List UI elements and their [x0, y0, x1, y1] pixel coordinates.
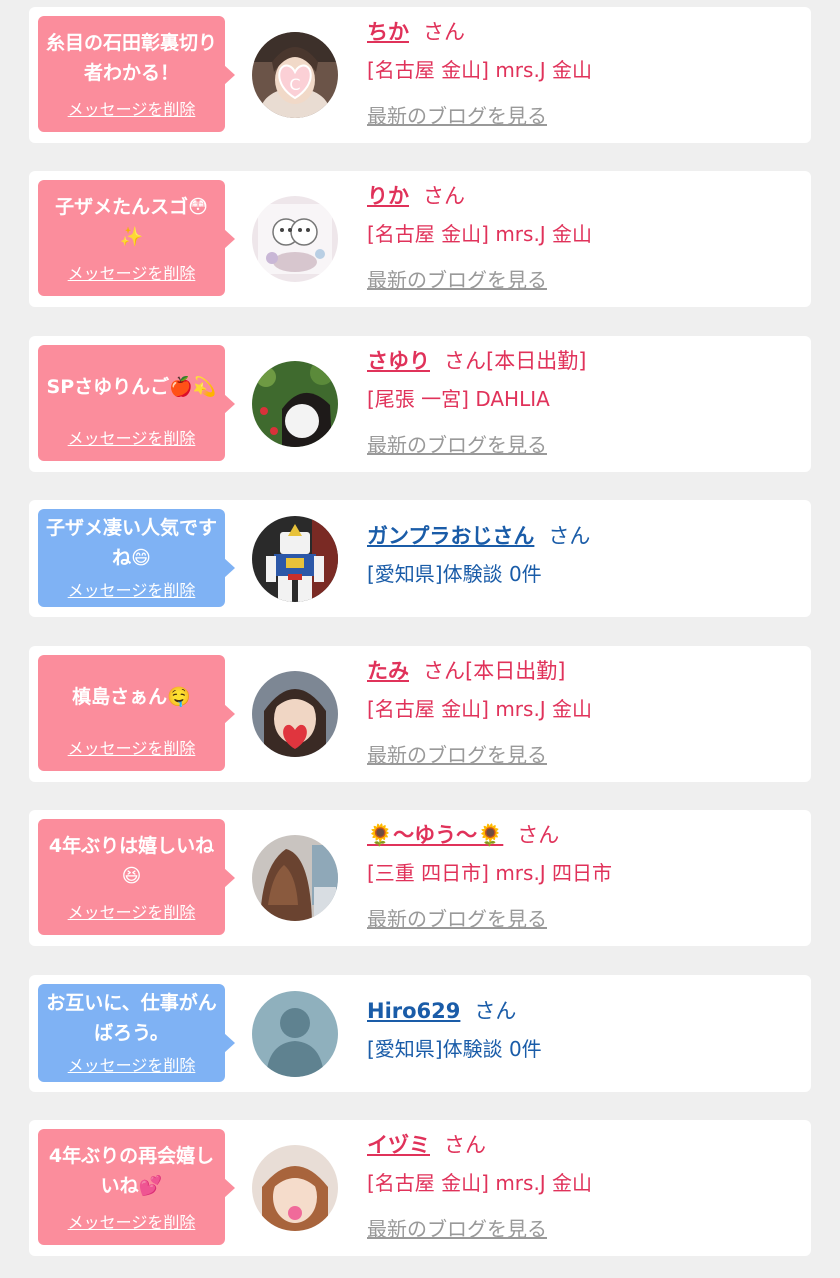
- message-bubble: 4年ぶりの再会嬉しいね💕 メッセージを削除: [38, 1129, 235, 1245]
- cast-photo-icon: [252, 1145, 338, 1231]
- honorific: さん: [548, 524, 591, 548]
- message-bubble: 子ザメたんスゴ😳✨ メッセージを削除: [38, 180, 235, 296]
- message-bubble: 4年ぶりは嬉しいね😆 メッセージを削除: [38, 819, 235, 935]
- cast-avatar[interactable]: [252, 361, 338, 447]
- cast-photo-icon: [252, 835, 338, 921]
- honorific: さん: [423, 20, 465, 44]
- delete-message-link[interactable]: メッセージを削除: [38, 264, 225, 284]
- message-card: 子ザメ凄い人気ですね😄 メッセージを削除 ガンプラおじさん さん [愛知県]体験…: [29, 500, 811, 617]
- user-name-link[interactable]: 🌻～ゆう～🌻: [367, 823, 503, 847]
- message-card: 糸目の石田彰裏切り者わかる！ メッセージを削除 C ちか さん [名古屋 金山] …: [29, 7, 811, 143]
- user-name-link[interactable]: ガンプラおじさん: [367, 524, 534, 548]
- user-name-link[interactable]: ちか: [367, 20, 409, 44]
- cast-avatar[interactable]: [252, 671, 338, 757]
- user-name-link[interactable]: りか: [367, 184, 409, 208]
- latest-blog-link[interactable]: 最新のブログを見る: [367, 740, 547, 770]
- shop-location: [三重 四日市] mrs.J 四日市: [367, 861, 613, 885]
- delete-message-link[interactable]: メッセージを削除: [38, 1213, 225, 1233]
- shop-location: [尾張 一宮] DAHLIA: [367, 387, 550, 411]
- cast-photo-icon: [252, 361, 338, 447]
- message-bubble: 槙島さぁん🤤 メッセージを削除: [38, 655, 235, 771]
- robot-figure-photo-icon: [252, 516, 338, 602]
- latest-blog-link[interactable]: 最新のブログを見る: [367, 430, 547, 460]
- message-card: 子ザメたんスゴ😳✨ メッセージを削除 りか さん [名古屋 金山] mrs.J 金…: [29, 171, 811, 307]
- honorific: さん: [474, 999, 517, 1023]
- message-card: 4年ぶりは嬉しいね😆 メッセージを削除 🌻～ゆう～🌻 さん [三重 四日市] mr…: [29, 810, 811, 946]
- delete-message-link[interactable]: メッセージを削除: [38, 903, 225, 923]
- cast-photo-icon: C: [252, 32, 338, 118]
- delete-message-link[interactable]: メッセージを削除: [38, 100, 225, 120]
- message-text: 子ザメたんスゴ😳✨: [55, 196, 208, 248]
- message-text: 4年ぶりの再会嬉しいね💕: [48, 1145, 215, 1197]
- honorific: さん: [517, 823, 560, 847]
- status-badge: [本日出勤]: [465, 659, 566, 683]
- honorific: さん: [444, 349, 486, 373]
- message-bubble: お互いに、仕事がんばろう。 メッセージを削除: [38, 984, 235, 1082]
- latest-blog-link[interactable]: 最新のブログを見る: [367, 904, 547, 934]
- honorific: さん: [423, 659, 465, 683]
- message-text: お互いに、仕事がんばろう。: [46, 992, 217, 1044]
- message-text: 4年ぶりは嬉しいね😆: [48, 835, 215, 887]
- message-text: 子ザメ凄い人気ですね😄: [45, 517, 217, 569]
- status-badge: [本日出勤]: [486, 349, 587, 373]
- user-name-link[interactable]: イヅミ: [367, 1133, 430, 1157]
- message-text: 槙島さぁん🤤: [72, 686, 191, 708]
- message-card: お互いに、仕事がんばろう。 メッセージを削除 Hiro629 さん [愛知県]体験…: [29, 975, 811, 1092]
- delete-message-link[interactable]: メッセージを削除: [38, 1056, 225, 1076]
- user-name-link[interactable]: たみ: [367, 659, 409, 683]
- svg-text:C: C: [289, 75, 300, 94]
- user-name-link[interactable]: Hiro629: [367, 999, 460, 1023]
- shop-location: [名古屋 金山] mrs.J 金山: [367, 58, 593, 82]
- cast-photo-icon: [252, 196, 338, 282]
- message-bubble: 子ザメ凄い人気ですね😄 メッセージを削除: [38, 509, 235, 607]
- shop-location: [名古屋 金山] mrs.J 金山: [367, 697, 593, 721]
- member-location: [愛知県]体験談 0件: [367, 1037, 542, 1061]
- message-card: SPさゆりんご🍎💫 メッセージを削除 さゆり さん[本日出勤] [尾張 一宮] D…: [29, 336, 811, 472]
- no-photo-silhouette-icon: [252, 991, 338, 1077]
- latest-blog-link[interactable]: 最新のブログを見る: [367, 101, 547, 131]
- message-card: 4年ぶりの再会嬉しいね💕 メッセージを削除 イヅミ さん [名古屋 金山] mrs…: [29, 1120, 811, 1256]
- cast-avatar[interactable]: [252, 1145, 338, 1231]
- honorific: さん: [444, 1133, 486, 1157]
- latest-blog-link[interactable]: 最新のブログを見る: [367, 265, 547, 295]
- delete-message-link[interactable]: メッセージを削除: [38, 739, 225, 759]
- member-avatar[interactable]: [252, 516, 338, 602]
- user-name-link[interactable]: さゆり: [367, 349, 430, 373]
- message-bubble: 糸目の石田彰裏切り者わかる！ メッセージを削除: [38, 16, 235, 132]
- cast-avatar[interactable]: [252, 835, 338, 921]
- message-list: 糸目の石田彰裏切り者わかる！ メッセージを削除 C ちか さん [名古屋 金山] …: [0, 0, 840, 1278]
- member-avatar[interactable]: [252, 991, 338, 1077]
- member-location: [愛知県]体験談 0件: [367, 562, 542, 586]
- latest-blog-link[interactable]: 最新のブログを見る: [367, 1214, 547, 1244]
- shop-location: [名古屋 金山] mrs.J 金山: [367, 222, 593, 246]
- message-text: 糸目の石田彰裏切り者わかる！: [45, 32, 217, 84]
- cast-avatar[interactable]: C: [252, 32, 338, 118]
- message-card: 槙島さぁん🤤 メッセージを削除 たみ さん[本日出勤] [名古屋 金山] mrs.…: [29, 646, 811, 782]
- cast-avatar[interactable]: [252, 196, 338, 282]
- message-text: SPさゆりんご🍎💫: [46, 376, 217, 398]
- shop-location: [名古屋 金山] mrs.J 金山: [367, 1171, 593, 1195]
- delete-message-link[interactable]: メッセージを削除: [38, 429, 225, 449]
- delete-message-link[interactable]: メッセージを削除: [38, 581, 225, 601]
- honorific: さん: [423, 184, 465, 208]
- cast-photo-icon: [252, 671, 338, 757]
- message-bubble: SPさゆりんご🍎💫 メッセージを削除: [38, 345, 235, 461]
